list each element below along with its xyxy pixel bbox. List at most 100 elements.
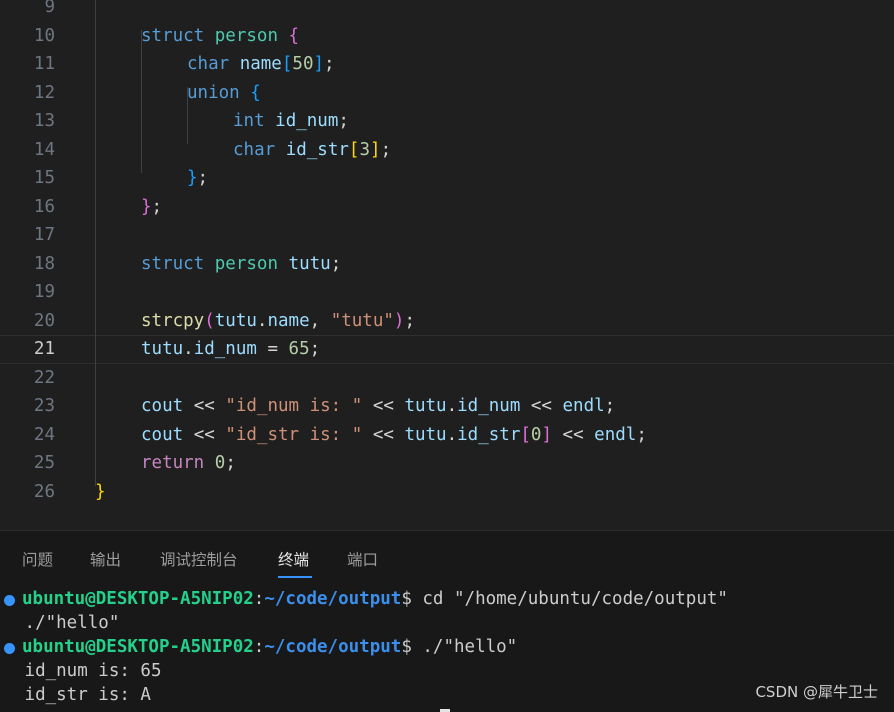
line-number: 18 (33, 253, 55, 274)
code-line[interactable]: 24 cout << "id_str is: " << tutu.id_str[0… (0, 421, 894, 450)
terminal-output: id_str is: A (14, 685, 151, 705)
code-token: cout (141, 424, 184, 445)
command-decoration-dot-icon[interactable] (4, 595, 15, 606)
line-number: 14 (33, 139, 55, 160)
code-text: union { (187, 83, 261, 103)
code-token: tutu (141, 339, 184, 360)
code-token: struct (141, 25, 205, 46)
code-token: union (187, 82, 240, 103)
code-token: ; (380, 139, 392, 160)
line-number: 9 (44, 0, 55, 18)
code-token: . (446, 396, 458, 417)
code-token: << (520, 396, 563, 417)
code-line[interactable]: 9 (0, 0, 894, 22)
code-line[interactable]: 17 (0, 221, 894, 250)
code-text: char id_str[3]; (233, 140, 391, 160)
prompt-user: ubuntu@DESKTOP-A5NIP02 (22, 637, 254, 657)
code-line[interactable]: 14 char id_str[3]; (0, 136, 894, 165)
code-token: ; (330, 253, 342, 274)
code-line[interactable]: 16}; (0, 193, 894, 222)
code-line[interactable]: 21 tutu.id_num = 65; (0, 335, 894, 364)
code-line[interactable]: 22 (0, 364, 894, 393)
code-token: "id_num is: " (225, 396, 363, 417)
code-line[interactable]: 15}; (0, 164, 894, 193)
code-line[interactable]: 20 strcpy(tutu.name, "tutu"); (0, 307, 894, 336)
code-token: [ (348, 139, 360, 160)
code-token: endl (594, 424, 637, 445)
line-number: 11 (33, 54, 55, 75)
code-line[interactable]: 12 union { (0, 79, 894, 108)
code-line[interactable]: 25 return 0; (0, 449, 894, 478)
code-token: << (362, 424, 405, 445)
active-tab-indicator (278, 576, 312, 578)
code-token: return (141, 453, 205, 474)
code-line[interactable]: 11 char name[50]; (0, 50, 894, 79)
line-number: 19 (33, 282, 55, 303)
code-token: . (256, 310, 268, 331)
line-number: 10 (33, 25, 55, 46)
indent-guide (141, 30, 142, 173)
line-number: 24 (33, 424, 55, 445)
panel-tab[interactable]: 问题 (22, 548, 53, 570)
code-token: . (446, 424, 458, 445)
panel-tab[interactable]: 输出 (90, 548, 121, 570)
code-token: ; (225, 453, 236, 474)
line-number: 15 (33, 168, 55, 189)
code-line[interactable]: 10 struct person { (0, 22, 894, 51)
command-decoration-dot-icon[interactable] (4, 643, 15, 654)
code-line[interactable]: 19 (0, 278, 894, 307)
terminal-line: ubuntu@DESKTOP-A5NIP02:~/code/output$ cd… (0, 589, 894, 613)
code-token: 50 (292, 54, 314, 75)
code-token: [ (281, 54, 293, 75)
code-editor[interactable]: 9 10 struct person {11 char name[50]; 12 unio… (0, 0, 894, 530)
code-text: return 0; (141, 453, 236, 473)
prompt-separator: : (253, 637, 265, 657)
command-text: ./"hello" (411, 637, 518, 657)
panel-tab[interactable]: 终端 (278, 548, 309, 570)
code-text: struct person tutu; (141, 254, 341, 274)
prompt-symbol: $ (401, 637, 412, 657)
code-token: name (239, 54, 282, 75)
code-token: [ (520, 424, 531, 445)
code-line[interactable]: 18 struct person tutu; (0, 250, 894, 279)
code-token: ] (370, 139, 381, 160)
prompt-separator: : (253, 589, 265, 609)
code-token: ) (393, 310, 405, 331)
line-number: 21 (33, 339, 55, 360)
panel-tab[interactable]: 调试控制台 (160, 548, 238, 570)
code-text: struct person { (141, 26, 299, 46)
code-token: } (95, 481, 106, 502)
code-token: , (309, 310, 331, 331)
line-number: 17 (33, 225, 55, 246)
watermark: CSDN @犀牛卫士 (755, 683, 878, 701)
code-token: 3 (359, 139, 371, 160)
panel-tab[interactable]: 端口 (347, 548, 378, 570)
code-text: } (95, 482, 106, 502)
code-token: person (214, 253, 278, 274)
code-token: endl (562, 396, 605, 417)
code-token: ; (338, 111, 349, 132)
code-text: }; (141, 197, 162, 217)
line-number: 22 (33, 367, 55, 388)
code-token: ; (636, 424, 647, 445)
code-token: tutu (404, 396, 447, 417)
code-token: id_str (457, 424, 521, 445)
code-line[interactable]: 26} (0, 478, 894, 507)
command-text: cd "/home/ubuntu/code/output" (411, 589, 728, 609)
code-token: { (250, 82, 261, 103)
code-token: << (183, 424, 226, 445)
code-token: int (233, 111, 265, 132)
indent-guide (187, 87, 188, 144)
code-token: ; (324, 54, 335, 75)
code-line[interactable]: 23 cout << "id_num is: " << tutu.id_num <… (0, 392, 894, 421)
code-token: ] (313, 54, 325, 75)
code-token: id_num (457, 396, 521, 417)
line-number: 26 (33, 481, 55, 502)
code-line[interactable]: 13 int id_num; (0, 107, 894, 136)
